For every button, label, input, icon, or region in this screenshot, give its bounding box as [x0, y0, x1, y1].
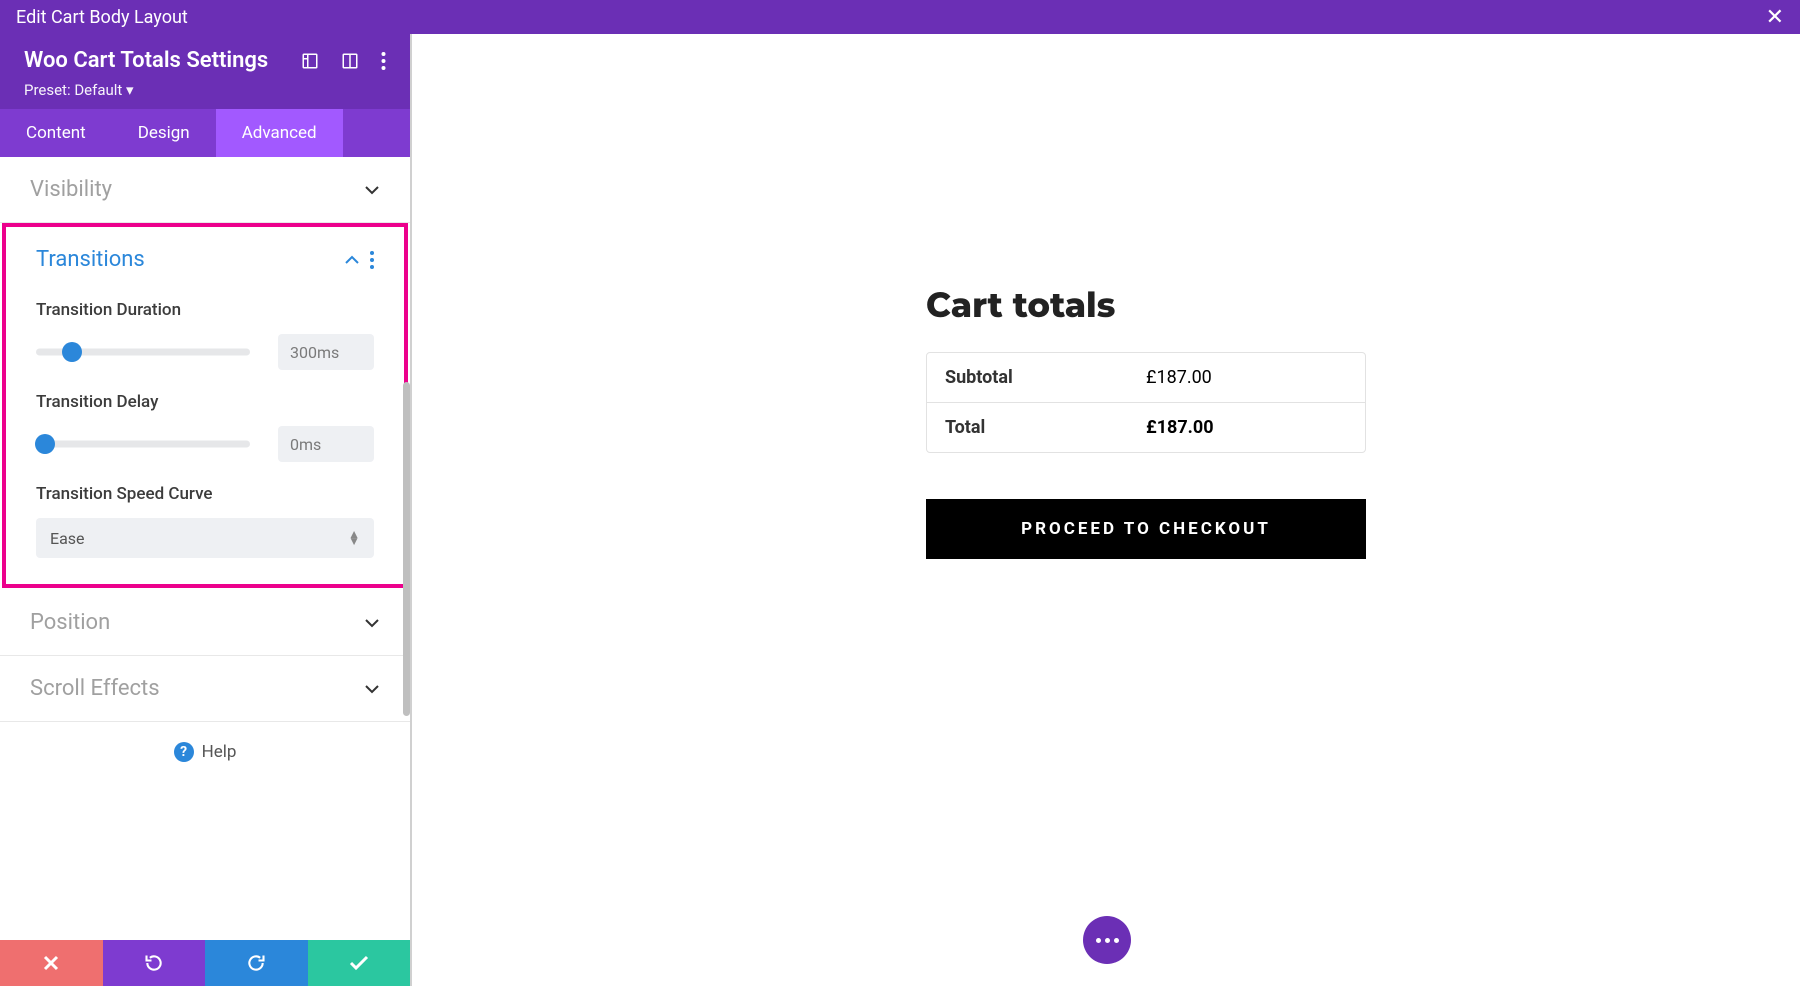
accordion-settings: Visibility Transitions Trans: [0, 157, 410, 940]
chevron-down-icon: [364, 615, 380, 631]
total-label: Total: [945, 417, 1146, 438]
accordion-transitions: Transitions Transition Duration: [2, 223, 408, 588]
help-link[interactable]: ? Help: [0, 722, 410, 782]
top-bar-title: Edit Cart Body Layout: [16, 7, 188, 28]
accordion-scroll-effects[interactable]: Scroll Effects: [0, 656, 410, 722]
settings-sidebar: Woo Cart Totals Settings Preset: Default…: [0, 34, 412, 986]
subtotal-label: Subtotal: [945, 367, 1146, 388]
subtotal-value: £187.00: [1146, 367, 1212, 388]
accordion-visibility[interactable]: Visibility: [0, 157, 410, 223]
more-icon[interactable]: [370, 251, 374, 269]
transition-duration-input[interactable]: 300ms: [278, 334, 374, 370]
help-icon: ?: [174, 742, 194, 762]
accordion-visibility-label: Visibility: [30, 177, 112, 202]
redo-button[interactable]: [205, 940, 308, 986]
chevron-down-icon: [364, 681, 380, 697]
top-bar: Edit Cart Body Layout ✕: [0, 0, 1800, 34]
close-icon[interactable]: ✕: [1766, 5, 1784, 30]
preview-canvas: Cart totals Subtotal £187.00 Total £187.…: [414, 34, 1800, 986]
sidebar-title: Woo Cart Totals Settings: [24, 48, 268, 73]
transition-speed-label: Transition Speed Curve: [36, 484, 374, 504]
more-icon[interactable]: [381, 52, 386, 70]
proceed-to-checkout-button[interactable]: PROCEED TO CHECKOUT: [926, 499, 1366, 559]
preset-dropdown[interactable]: Preset: Default ▾: [24, 81, 386, 99]
cart-totals-heading: Cart totals: [926, 284, 1366, 326]
total-value: £187.00: [1146, 417, 1214, 438]
action-bar: [0, 940, 410, 986]
settings-tabs: Content Design Advanced: [0, 109, 410, 157]
tab-advanced[interactable]: Advanced: [216, 109, 343, 157]
accordion-transitions-label: Transitions: [36, 247, 145, 272]
cart-totals-widget: Cart totals Subtotal £187.00 Total £187.…: [926, 284, 1366, 559]
chevron-down-icon: [364, 182, 380, 198]
expand-icon[interactable]: [301, 52, 319, 70]
scrollbar-thumb[interactable]: [403, 382, 410, 716]
table-row: Total £187.00: [927, 403, 1365, 452]
undo-button[interactable]: [103, 940, 206, 986]
tab-design[interactable]: Design: [112, 109, 216, 157]
accordion-position-label: Position: [30, 610, 110, 635]
help-label: Help: [202, 742, 237, 762]
cart-totals-table: Subtotal £187.00 Total £187.00: [926, 352, 1366, 453]
transition-duration-slider[interactable]: [36, 342, 250, 362]
chevron-up-icon: [344, 252, 360, 268]
accordion-position[interactable]: Position: [0, 590, 410, 656]
accordion-transitions-header[interactable]: Transitions: [6, 227, 404, 292]
transition-speed-value: Ease: [50, 529, 85, 548]
tab-content[interactable]: Content: [0, 109, 112, 157]
transition-delay-label: Transition Delay: [36, 392, 374, 412]
select-caret-icon: ▲▼: [348, 531, 360, 545]
transition-delay-slider[interactable]: [36, 434, 250, 454]
save-button[interactable]: [308, 940, 411, 986]
transition-delay-input[interactable]: 0ms: [278, 426, 374, 462]
transition-speed-select[interactable]: Ease ▲▼: [36, 518, 374, 558]
panel-layout-icon[interactable]: [341, 52, 359, 70]
table-row: Subtotal £187.00: [927, 353, 1365, 403]
transition-duration-label: Transition Duration: [36, 300, 374, 320]
sidebar-header: Woo Cart Totals Settings Preset: Default…: [0, 34, 410, 109]
page-settings-fab[interactable]: [1083, 916, 1131, 964]
accordion-scroll-effects-label: Scroll Effects: [30, 676, 160, 701]
cancel-button[interactable]: [0, 940, 103, 986]
